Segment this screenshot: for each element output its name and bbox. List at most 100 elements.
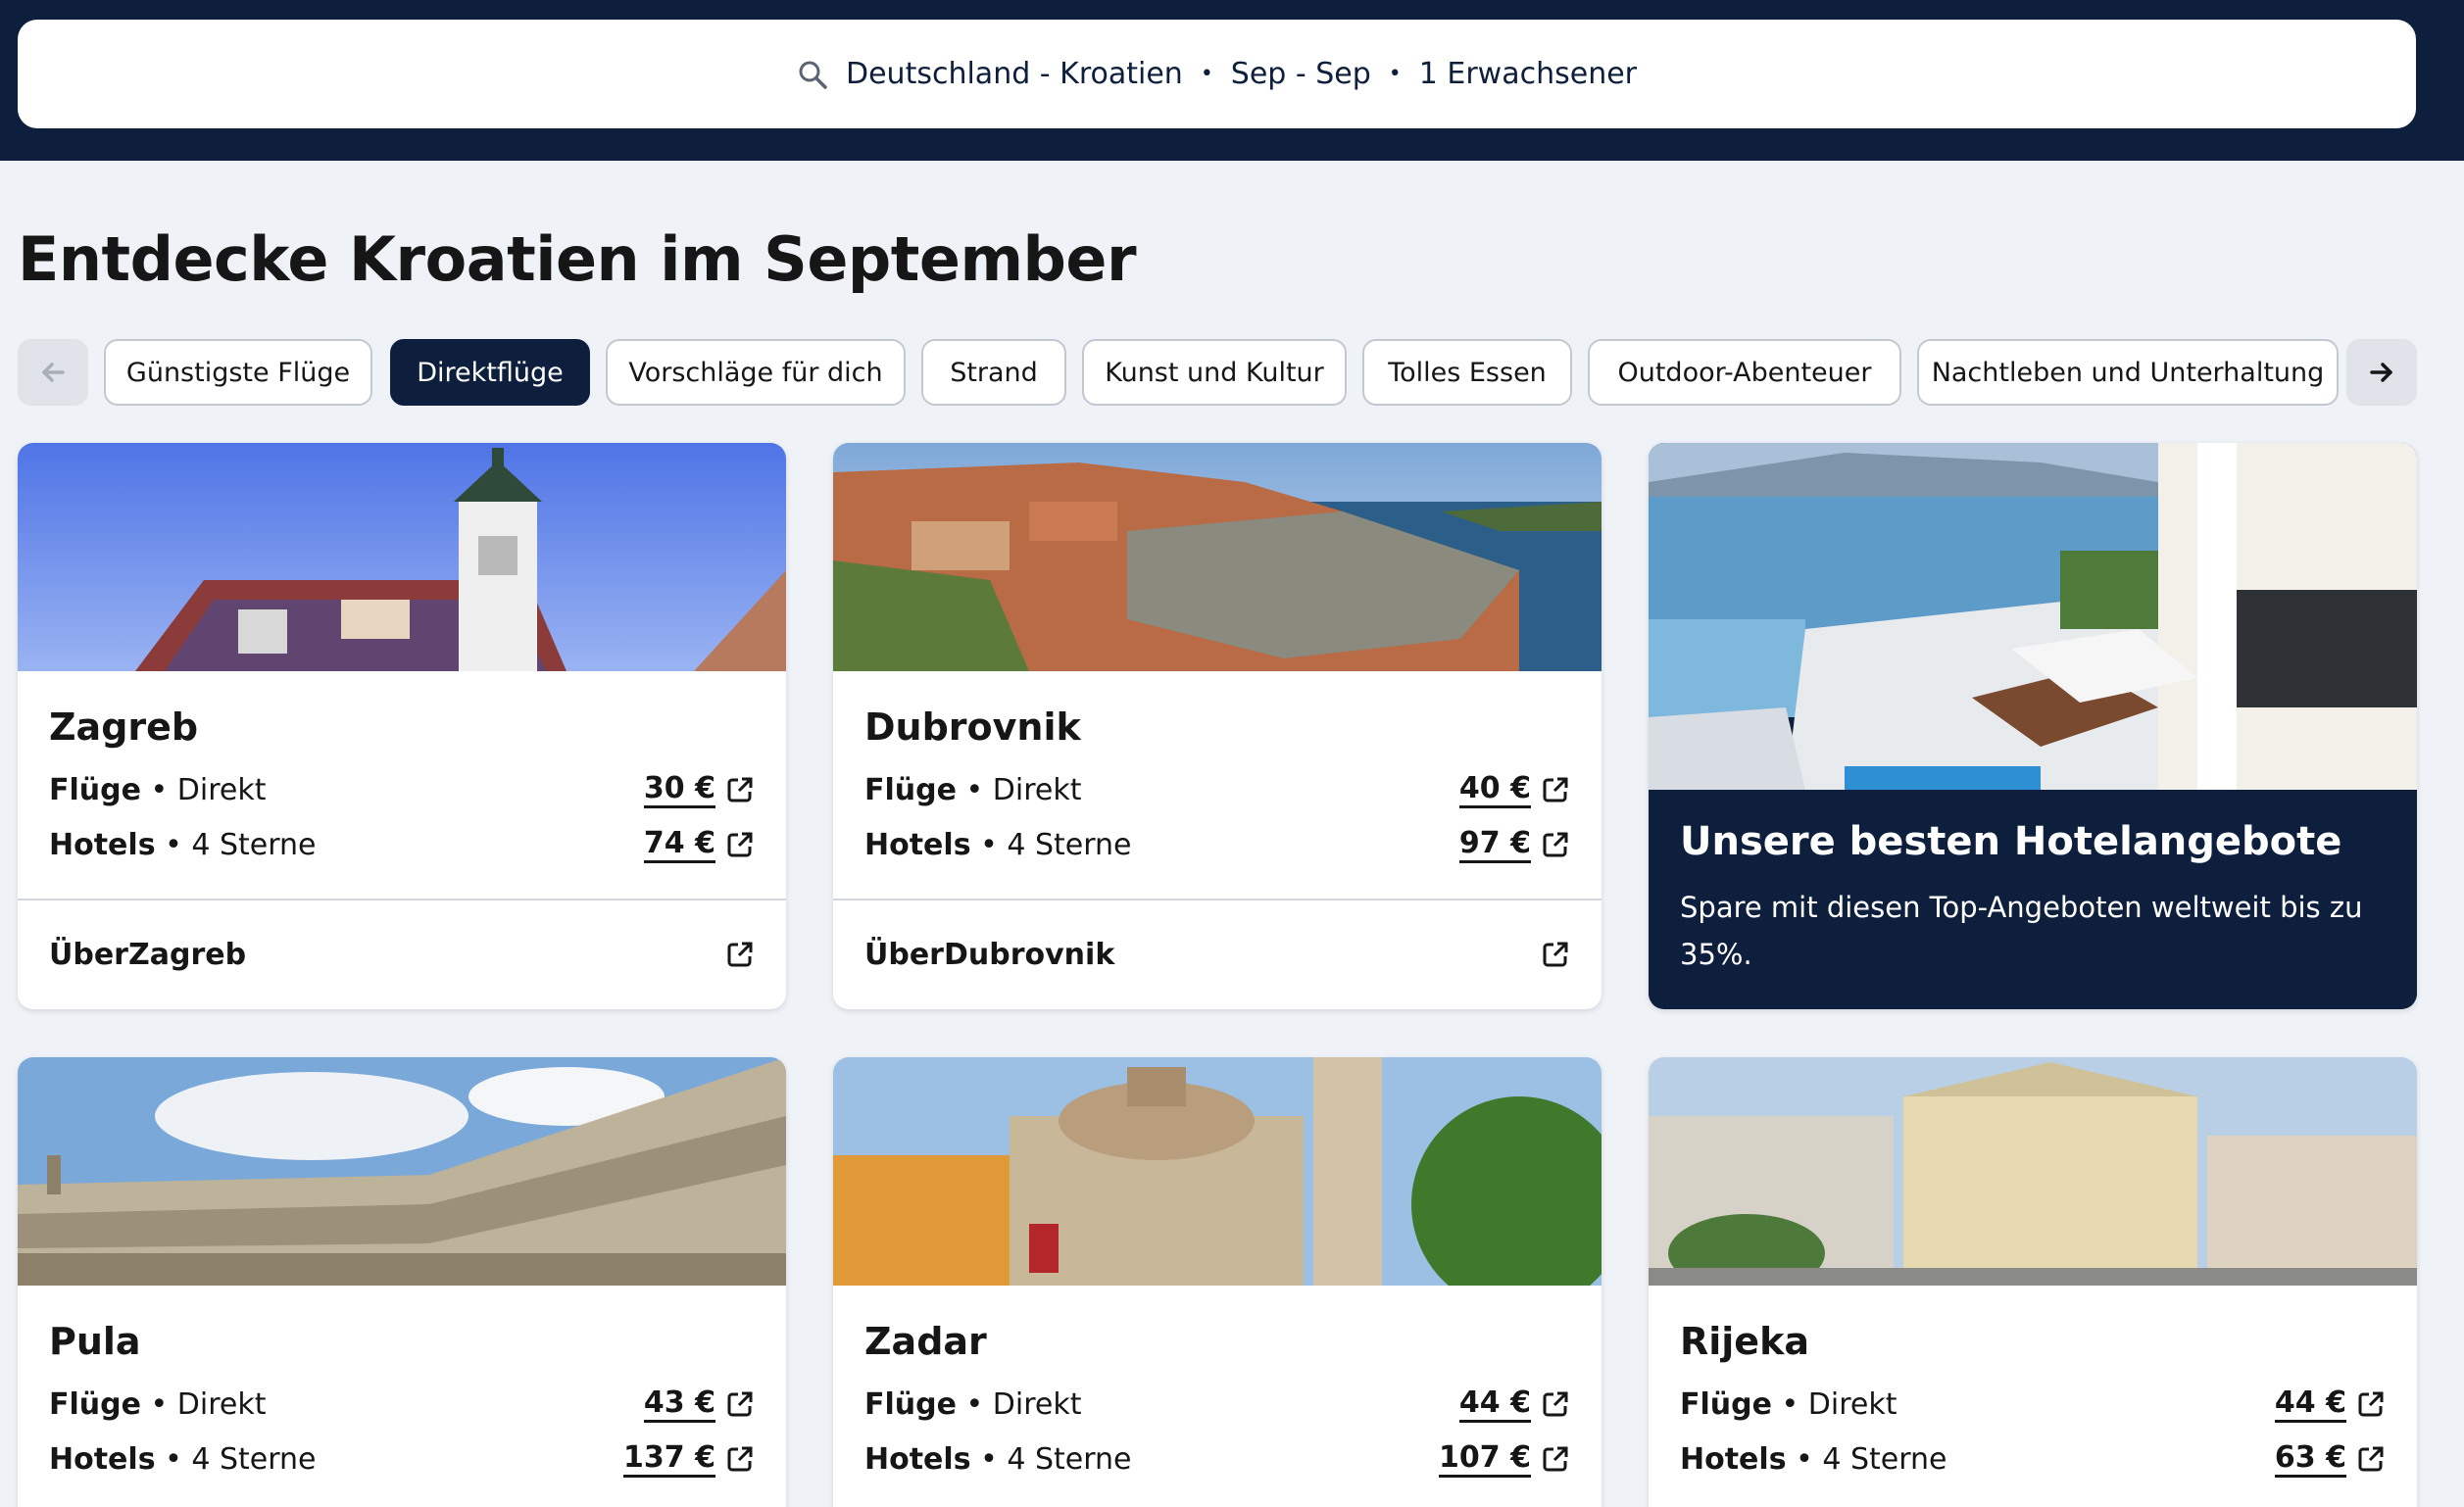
dot-separator: • [980, 827, 998, 862]
dot-separator: • [965, 772, 984, 807]
search-dates: Sep - Sep [1230, 57, 1371, 91]
search-travellers: 1 Erwachsener [1418, 57, 1637, 91]
pula-photo [18, 1057, 786, 1286]
hotels-type: 4 Sterne [1007, 1441, 1132, 1477]
flights-type: Direkt [992, 772, 1082, 807]
chip-nightlife[interactable]: Nachtleben und Unterhaltung [1917, 339, 2339, 406]
promo-title: Unsere besten Hotelangebote [1680, 819, 2342, 864]
chips-next-button[interactable] [2346, 339, 2417, 406]
card-city-name: Zagreb [49, 705, 199, 749]
destination-card-pula[interactable]: Pula Flüge • Direkt 43 € Hotels • 4 Ster… [18, 1057, 786, 1507]
flight-price: 43 € [643, 1385, 715, 1423]
flight-price-link[interactable]: 40 € [1458, 771, 1570, 808]
hotels-label: Hotels [1680, 1441, 1787, 1477]
external-link-icon [1543, 777, 1568, 802]
hotel-price-link[interactable]: 107 € [1439, 1440, 1570, 1478]
chip-cheapest-flights[interactable]: Günstigste Flüge [104, 339, 372, 406]
dot-separator: • [150, 1386, 169, 1422]
flights-label: Flüge [864, 1386, 957, 1422]
about-city-label: ÜberDubrovnik [864, 937, 1115, 972]
hotel-price: 63 € [2274, 1440, 2346, 1478]
chip-outdoor[interactable]: Outdoor-Abenteuer [1588, 339, 1901, 406]
arrow-left-icon [42, 363, 65, 382]
hotel-price: 74 € [643, 826, 715, 863]
card-divider [18, 899, 786, 900]
dot-separator: • [150, 772, 169, 807]
flights-label: Flüge [1680, 1386, 1772, 1422]
dot-separator: • [980, 1441, 998, 1477]
flights-label: Flüge [49, 772, 141, 807]
about-city-link[interactable]: ÜberDubrovnik [864, 930, 1570, 979]
hotel-price-link[interactable]: 137 € [623, 1440, 755, 1478]
dot-separator: • [1796, 1441, 1813, 1477]
chip-art-culture[interactable]: Kunst und Kultur [1082, 339, 1347, 406]
chip-suggestions[interactable]: Vorschläge für dich [606, 339, 906, 406]
hotels-type: 4 Sterne [191, 827, 317, 862]
destination-card-zagreb[interactable]: Zagreb Flüge • Direkt 30 € Hotels • 4 St… [18, 443, 786, 1009]
chip-beach[interactable]: Strand [921, 339, 1066, 406]
about-city-label: ÜberZagreb [49, 937, 247, 972]
hotels-label: Hotels [864, 827, 971, 862]
dot-separator: • [965, 1386, 984, 1422]
hotels-type: 4 Sterne [191, 1441, 317, 1477]
card-city-name: Rijeka [1680, 1320, 1809, 1363]
flight-price: 40 € [1458, 771, 1531, 808]
flight-row: Flüge • Direkt 43 € [49, 1385, 755, 1424]
dot-separator: • [165, 1441, 182, 1477]
header-bar: Deutschland - Kroatien • Sep - Sep • 1 E… [0, 0, 2464, 161]
page-title: Entdecke Kroatien im September [18, 223, 1137, 295]
hotels-label: Hotels [49, 1441, 156, 1477]
flight-price: 44 € [1458, 1385, 1531, 1423]
search-separator: • [1200, 62, 1213, 86]
flights-label: Flüge [49, 1386, 141, 1422]
destination-card-rijeka[interactable]: Rijeka Flüge • Direkt 44 € Hotels • 4 St… [1649, 1057, 2417, 1507]
destination-card-dubrovnik[interactable]: Dubrovnik Flüge • Direkt 40 € Hotels • 4… [833, 443, 1602, 1009]
flights-type: Direkt [1807, 1386, 1897, 1422]
flight-price-link[interactable]: 44 € [2274, 1385, 2386, 1423]
card-city-name: Dubrovnik [864, 705, 1081, 749]
hotels-type: 4 Sterne [1822, 1441, 1947, 1477]
hotels-label: Hotels [864, 1441, 971, 1477]
flight-price: 44 € [2274, 1385, 2346, 1423]
external-link-icon [1543, 942, 1568, 967]
zadar-photo [833, 1057, 1602, 1286]
chip-direct-flights[interactable]: Direktflüge [390, 339, 590, 406]
dot-separator: • [1781, 1386, 1799, 1422]
hotel-row: Hotels • 4 Sterne 107 € [864, 1439, 1570, 1479]
hotels-type: 4 Sterne [1007, 827, 1132, 862]
chips-prev-button[interactable] [18, 339, 88, 406]
category-chips: Günstigste Flüge Direktflüge Vorschläge … [18, 339, 2439, 406]
hotel-row: Hotels • 4 Sterne 63 € [1680, 1439, 2386, 1479]
external-link-icon [727, 1446, 753, 1472]
hotel-price-link[interactable]: 97 € [1458, 826, 1570, 863]
card-city-name: Pula [49, 1320, 141, 1363]
flight-price-link[interactable]: 30 € [643, 771, 755, 808]
promo-text: Spare mit diesen Top-Angeboten weltweit … [1680, 891, 2363, 971]
hotel-price-link[interactable]: 63 € [2274, 1440, 2386, 1478]
external-link-icon [1543, 1391, 1568, 1417]
hotel-row: Hotels • 4 Sterne 97 € [864, 825, 1570, 864]
flight-row: Flüge • Direkt 44 € [1680, 1385, 2386, 1424]
destination-card-zadar[interactable]: Zadar Flüge • Direkt 44 € Hotels • 4 Ste… [833, 1057, 1602, 1507]
card-city-name: Zadar [864, 1320, 987, 1363]
external-link-icon [1543, 1446, 1568, 1472]
chip-great-food[interactable]: Tolles Essen [1362, 339, 1572, 406]
flight-price-link[interactable]: 43 € [643, 1385, 755, 1423]
hotel-row: Hotels • 4 Sterne 74 € [49, 825, 755, 864]
search-route: Deutschland - Kroatien [846, 57, 1183, 91]
hotel-price: 107 € [1439, 1440, 1531, 1478]
arrow-right-icon [2370, 363, 2392, 382]
flights-type: Direkt [992, 1386, 1082, 1422]
hotel-price: 137 € [623, 1440, 715, 1478]
hotel-row: Hotels • 4 Sterne 137 € [49, 1439, 755, 1479]
search-separator: • [1388, 62, 1402, 86]
external-link-icon [1543, 832, 1568, 857]
flights-type: Direkt [176, 1386, 267, 1422]
hotel-price-link[interactable]: 74 € [643, 826, 755, 863]
flight-price-link[interactable]: 44 € [1458, 1385, 1570, 1423]
hotel-price: 97 € [1458, 826, 1531, 863]
dubrovnik-photo [833, 443, 1602, 671]
hotel-deals-promo[interactable]: Unsere besten Hotelangebote Spare mit di… [1649, 443, 2417, 1009]
search-summary-box[interactable]: Deutschland - Kroatien • Sep - Sep • 1 E… [18, 20, 2416, 128]
about-city-link[interactable]: ÜberZagreb [49, 930, 755, 979]
